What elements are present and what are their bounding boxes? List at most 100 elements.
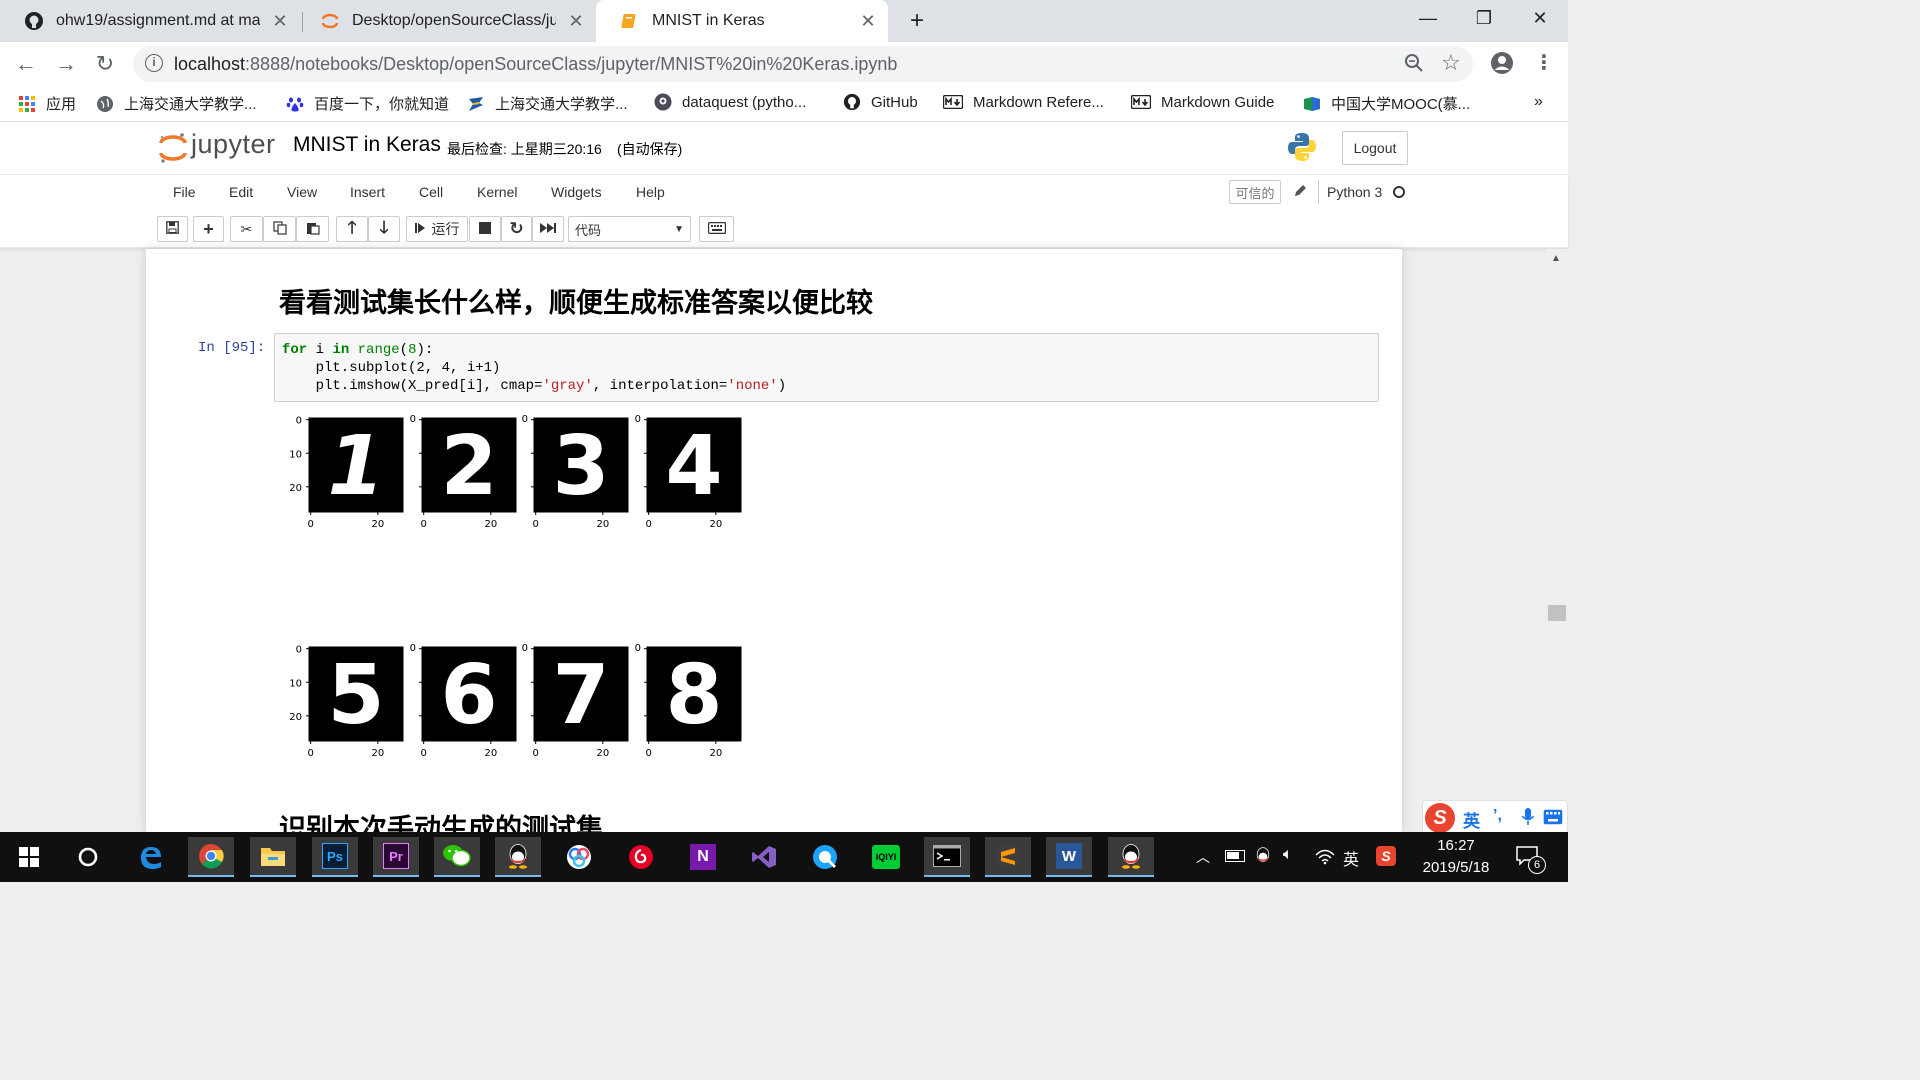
forward-button[interactable]: → — [52, 50, 80, 78]
word-icon[interactable]: W — [1046, 837, 1092, 877]
scroll-thumb[interactable] — [1548, 605, 1566, 621]
volume-icon[interactable]: 🔈︎ — [1283, 846, 1293, 864]
move-up-button[interactable]: 🡑 — [336, 216, 368, 242]
tab-mnist-keras[interactable]: MNIST in Keras ✕ — [596, 0, 888, 42]
sublime-icon[interactable] — [985, 837, 1031, 877]
tray-overflow-icon[interactable]: ︿ — [1196, 847, 1210, 867]
interrupt-button[interactable] — [469, 216, 501, 242]
y-tick-label: 0 — [635, 414, 641, 425]
menu-help[interactable]: Help — [636, 184, 665, 200]
sogou-tray-icon[interactable]: S — [1376, 846, 1396, 866]
onenote-icon[interactable]: N — [680, 837, 726, 877]
back-button[interactable]: ← — [12, 50, 40, 78]
menu-cell[interactable]: Cell — [419, 184, 443, 200]
file-explorer-icon[interactable] — [250, 837, 296, 877]
new-tab-button[interactable]: + — [903, 8, 931, 36]
menu-edit[interactable]: Edit — [229, 184, 253, 200]
bookmark-mooc[interactable]: 中国大学MOOC(慕... — [1303, 93, 1470, 114]
clock-time[interactable]: 16:27 — [1414, 837, 1498, 854]
trusted-indicator[interactable]: 可信的 — [1229, 180, 1281, 204]
browser-icon[interactable] — [802, 837, 848, 877]
close-icon[interactable]: ✕ — [566, 11, 586, 32]
logout-button[interactable]: Logout — [1342, 131, 1408, 165]
bookmark-dataquest[interactable]: dataquest (pytho... — [654, 93, 806, 111]
wifi-icon[interactable] — [1315, 847, 1335, 865]
bookmark-markdown-reference[interactable]: Markdown Refere... — [943, 93, 1104, 111]
terminal-icon[interactable] — [924, 837, 970, 877]
chrome-icon[interactable] — [188, 837, 234, 877]
menu-widgets[interactable]: Widgets — [551, 184, 602, 200]
menu-file[interactable]: File — [173, 184, 196, 200]
bookmark-baidu[interactable]: 百度一下，你就知道 — [286, 93, 449, 114]
tab-jupyter-tree[interactable]: Desktop/openSourceClass/jupyter ✕ — [296, 0, 596, 42]
menu-view[interactable]: View — [287, 184, 317, 200]
wechat-icon[interactable] — [434, 837, 480, 877]
scroll-up-icon[interactable]: ▲ — [1551, 253, 1561, 264]
chrome-menu-icon[interactable]: ⋮ — [1534, 50, 1554, 75]
ime-language-indicator[interactable]: 英 — [1343, 846, 1359, 870]
battery-icon[interactable] — [1225, 850, 1245, 862]
jupyter-header: jupyter MNIST in Keras 最后检查: 上星期三20:16 (… — [0, 122, 1568, 174]
close-icon[interactable]: ✕ — [270, 11, 290, 32]
command-palette-button[interactable] — [699, 216, 734, 242]
insert-cell-button[interactable]: + — [193, 216, 224, 242]
code-cell-input[interactable]: for i in range(8): plt.subplot(2, 4, i+1… — [274, 333, 1379, 402]
info-icon[interactable]: i — [145, 54, 163, 72]
restart-run-all-button[interactable] — [532, 216, 564, 242]
url-text[interactable]: localhost:8888/notebooks/Desktop/openSou… — [174, 54, 897, 75]
close-icon[interactable]: ✕ — [858, 11, 878, 32]
tab-github[interactable]: ohw19/assignment.md at master ✕ — [0, 0, 300, 42]
keyboard-icon[interactable] — [1543, 809, 1563, 825]
windows-start-icon[interactable] — [6, 837, 52, 877]
jupyter-wordmark[interactable]: jupyter — [191, 129, 276, 160]
ime-punct-toggle[interactable]: ’, — [1493, 807, 1502, 825]
cell-type-select[interactable]: 代码 ▼ — [568, 216, 691, 242]
bookmark-github[interactable]: GitHub — [843, 93, 918, 111]
window-close-button[interactable]: ✕ — [1512, 0, 1568, 36]
edge-icon[interactable] — [128, 837, 174, 877]
menu-kernel[interactable]: Kernel — [477, 184, 517, 200]
save-button[interactable] — [157, 216, 188, 242]
jupyter-logo-icon[interactable] — [158, 131, 192, 165]
bookmark-star-icon[interactable]: ☆ — [1441, 50, 1461, 76]
copy-button[interactable] — [263, 216, 296, 242]
edit-pencil-icon[interactable] — [1292, 183, 1310, 201]
menu-insert[interactable]: Insert — [350, 184, 385, 200]
page-scrollbar[interactable]: ▲ — [1546, 249, 1568, 832]
cortana-icon[interactable] — [65, 837, 111, 877]
qq-icon[interactable] — [495, 837, 541, 877]
microphone-icon[interactable] — [1521, 807, 1535, 827]
bookmark-markdown-guide[interactable]: Markdown Guide — [1131, 93, 1274, 111]
clock-date[interactable]: 2019/5/18 — [1410, 859, 1502, 876]
zoom-icon[interactable] — [1403, 52, 1425, 74]
qq-icon[interactable] — [1108, 837, 1154, 877]
ime-lang-toggle[interactable]: 英 — [1463, 807, 1480, 832]
notebook-name[interactable]: MNIST in Keras — [293, 133, 441, 157]
baidu-netdisk-icon[interactable] — [556, 837, 602, 877]
sogou-icon[interactable]: S — [1425, 803, 1455, 833]
cut-button[interactable]: ✂ — [230, 216, 263, 242]
iqiyi-icon[interactable]: iQIYI — [863, 837, 909, 877]
premiere-icon[interactable]: Pr — [373, 837, 419, 877]
qq-tray-icon[interactable] — [1255, 845, 1271, 867]
move-down-button[interactable]: 🡓 — [368, 216, 400, 242]
minimize-button[interactable]: — — [1400, 0, 1456, 36]
reload-button[interactable]: ↻ — [91, 50, 119, 78]
restore-button[interactable]: ❐ — [1456, 0, 1512, 36]
bookmark-sjtu-2[interactable]: 上海交通大学教学... — [467, 93, 628, 114]
visual-studio-icon[interactable] — [741, 837, 787, 877]
bookmark-sjtu-1[interactable]: 上海交通大学教学... — [96, 93, 257, 114]
restart-button[interactable]: ↻ — [501, 216, 532, 242]
bookmarks-overflow-button[interactable]: » — [1534, 93, 1543, 111]
bookmark-apps[interactable]: 应用 — [18, 93, 76, 114]
photoshop-icon[interactable]: Ps — [312, 837, 358, 877]
netease-music-icon[interactable] — [618, 837, 664, 877]
ime-toolbar[interactable]: S 英 ’, — [1422, 800, 1568, 834]
profile-icon[interactable] — [1490, 51, 1514, 75]
paste-button[interactable] — [296, 216, 329, 242]
tab-title: Desktop/openSourceClass/jupyter — [352, 12, 556, 29]
kernel-name[interactable]: Python 3 — [1327, 184, 1382, 200]
run-button[interactable]: 运行 — [406, 216, 468, 242]
x-tick-label: 0 — [420, 519, 426, 530]
omnibox[interactable]: i localhost:8888/notebooks/Desktop/openS… — [133, 46, 1473, 82]
